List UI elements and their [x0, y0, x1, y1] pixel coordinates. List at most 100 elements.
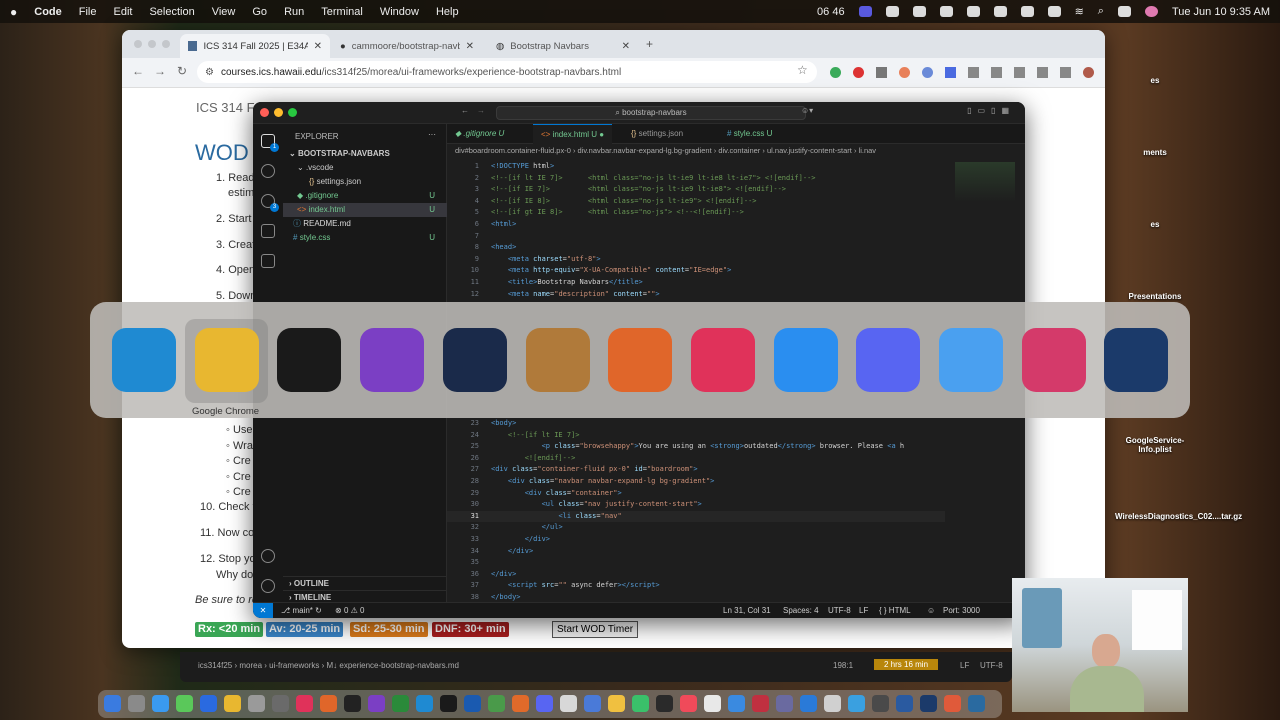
code-line[interactable]: 33 </div> — [447, 534, 945, 546]
code-line[interactable]: 30 <ul class="nav justify-content-start"… — [447, 499, 945, 511]
extension-icon[interactable] — [1014, 67, 1025, 78]
desktop-icon-label[interactable]: ments — [1115, 148, 1195, 157]
site-info-icon[interactable]: ⚙ — [205, 67, 214, 78]
more-actions-icon[interactable]: ··· — [428, 130, 436, 139]
extension-icon[interactable] — [922, 67, 933, 78]
settings-gear-icon[interactable] — [261, 579, 275, 593]
desktop-icon-label[interactable]: es — [1115, 220, 1195, 229]
eol[interactable]: LF — [859, 603, 868, 618]
extension-icon[interactable] — [876, 67, 887, 78]
outline-section[interactable]: › OUTLINE — [283, 576, 447, 590]
download-icon[interactable] — [1037, 67, 1048, 78]
code-line[interactable]: 11 <title>Bootstrap Navbars</title> — [447, 277, 945, 289]
app-icon-terminal[interactable] — [277, 328, 342, 392]
dock-app-icon[interactable] — [920, 695, 937, 712]
dock-app-icon[interactable] — [320, 695, 337, 712]
extension-icon[interactable] — [830, 67, 841, 78]
menu-go[interactable]: Go — [252, 6, 267, 18]
code-line[interactable]: 2 <!--[if lt IE 7]> <html class="no-js lt… — [447, 173, 945, 185]
new-tab-button[interactable]: + — [646, 37, 653, 51]
code-line[interactable]: 5 <!--[if gt IE 8]> <html class="no-js"> … — [447, 207, 945, 219]
dock-app-icon[interactable] — [896, 695, 913, 712]
status-icon[interactable] — [939, 6, 953, 17]
dock-app-icon[interactable] — [584, 695, 601, 712]
code-line[interactable]: 37 <script src="" async defer></script> — [447, 580, 945, 592]
status-icon[interactable] — [993, 6, 1007, 17]
zoom-button[interactable] — [162, 40, 170, 48]
back-button[interactable]: ← — [132, 64, 144, 78]
dock-app-icon[interactable] — [536, 695, 553, 712]
tree-item-gitignore[interactable]: ◆ .gitignore U — [283, 189, 447, 203]
dropbox-icon[interactable] — [912, 6, 926, 17]
code-line[interactable]: 32 </ul> — [447, 522, 945, 534]
git-branch[interactable]: ⎇ main* ↻ — [281, 603, 322, 618]
extensions-icon[interactable] — [261, 254, 275, 268]
code-line[interactable]: 34 </div> — [447, 546, 945, 558]
minimize-button[interactable] — [274, 108, 283, 117]
account-icon[interactable] — [261, 549, 275, 563]
copilot-icon[interactable]: ☺▾ — [801, 106, 813, 115]
code-line[interactable]: 35 — [447, 557, 945, 569]
zoom-button[interactable] — [288, 108, 297, 117]
extension-icon[interactable] — [945, 67, 956, 78]
dock-app-icon[interactable] — [368, 695, 385, 712]
dock-app-icon[interactable] — [128, 695, 145, 712]
live-server-port[interactable]: Port: 3000 — [943, 603, 980, 618]
code-line[interactable]: 8 <head> — [447, 242, 945, 254]
project-folder[interactable]: ⌄ BOOTSTRAP-NAVBARS — [283, 147, 447, 161]
language-mode[interactable]: { } HTML — [879, 603, 911, 618]
screen-share-icon[interactable] — [858, 6, 872, 17]
code-line[interactable]: 31 <li class="nav" — [447, 510, 945, 523]
menu-terminal[interactable]: Terminal — [321, 6, 363, 18]
status-icon[interactable] — [966, 6, 980, 17]
search-icon[interactable] — [261, 164, 275, 178]
camera-icon[interactable] — [1020, 6, 1034, 17]
code-line[interactable]: 36 </div> — [447, 569, 945, 581]
time-tracker[interactable]: 2 hrs 16 min — [874, 659, 939, 670]
tree-item-readme[interactable]: ⓘ README.md — [283, 217, 447, 231]
extension-icon[interactable] — [1060, 67, 1071, 78]
dock-app-icon[interactable] — [824, 695, 841, 712]
code-line[interactable]: 4 <!--[if IE 8]> <html class="no-js lt-ie… — [447, 196, 945, 208]
desktop-icon-label[interactable]: Presentations — [1115, 292, 1195, 301]
dock-app-icon[interactable] — [968, 695, 985, 712]
apple-icon[interactable]: ● — [10, 5, 17, 19]
menu-view[interactable]: View — [212, 6, 236, 18]
search-icon[interactable]: ⌕ — [1098, 5, 1104, 18]
code-line[interactable]: 29 <div class="container"> — [447, 488, 945, 500]
close-tab-icon[interactable]: ✕ — [314, 41, 322, 52]
tab-gitignore[interactable]: ◆ .gitignore U — [447, 124, 512, 144]
dock-app-icon[interactable] — [200, 695, 217, 712]
app-icon-intellij-idea[interactable] — [690, 328, 755, 392]
app-icon-gimp[interactable] — [525, 328, 590, 392]
dock-app-icon[interactable] — [440, 695, 457, 712]
dock-app-icon[interactable] — [632, 695, 649, 712]
app-icon-clock[interactable] — [442, 328, 507, 392]
status-icon[interactable] — [885, 6, 899, 17]
code-line[interactable]: 7 — [447, 231, 945, 243]
code-line[interactable]: 9 <meta charset="utf-8"> — [447, 254, 945, 266]
dock-app-icon[interactable] — [416, 695, 433, 712]
dock-app-icon[interactable] — [704, 695, 721, 712]
dock-app-icon[interactable] — [872, 695, 889, 712]
dock-app-icon[interactable] — [680, 695, 697, 712]
problems-indicator[interactable]: ⊗ 0 ⚠ 0 — [335, 603, 364, 618]
dock-app-icon[interactable] — [488, 695, 505, 712]
dock-app-icon[interactable] — [512, 695, 529, 712]
dock-app-icon[interactable] — [296, 695, 313, 712]
code-line[interactable]: 1 <!DOCTYPE html> — [447, 161, 945, 173]
menu-help[interactable]: Help — [436, 6, 459, 18]
desktop-icon-label[interactable]: GoogleService-Info.plist — [1115, 436, 1195, 454]
tree-item-index-html[interactable]: <> index.html U — [283, 203, 447, 217]
chrome-tab[interactable]: ◍ Bootstrap Navbars ✕ — [488, 34, 638, 58]
dock-app-icon[interactable] — [944, 695, 961, 712]
cursor-position[interactable]: Ln 31, Col 31 — [723, 603, 771, 618]
tree-item-vscode-folder[interactable]: ⌄ .vscode — [283, 161, 447, 175]
close-tab-icon[interactable]: ✕ — [622, 41, 630, 52]
nav-forward-icon[interactable]: → — [477, 106, 485, 115]
remote-icon[interactable]: ✕ — [253, 603, 273, 618]
dock-app-icon[interactable] — [752, 695, 769, 712]
dock-app-icon[interactable] — [608, 695, 625, 712]
close-tab-icon[interactable]: ✕ — [466, 41, 474, 52]
minimize-button[interactable] — [148, 40, 156, 48]
